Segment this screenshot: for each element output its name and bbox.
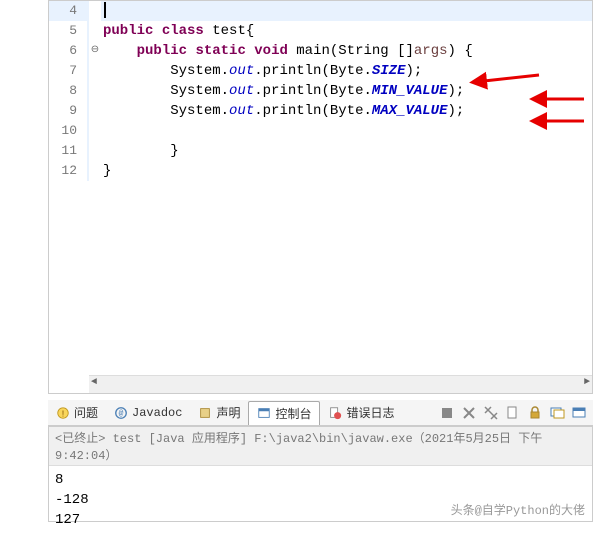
tab-label: Javadoc bbox=[132, 406, 182, 420]
scroll-lock-icon[interactable] bbox=[527, 405, 543, 421]
tab-label: 控制台 bbox=[275, 405, 311, 422]
code-line-8[interactable]: System.out.println(Byte.MIN_VALUE); bbox=[101, 81, 592, 101]
code-line-11[interactable]: } bbox=[101, 141, 592, 161]
line-number: 11 bbox=[49, 141, 89, 161]
tab-javadoc[interactable]: @ Javadoc bbox=[106, 403, 190, 423]
fold-gutter[interactable] bbox=[89, 141, 101, 161]
pin-console-icon[interactable] bbox=[549, 405, 565, 421]
code-line-5[interactable]: public class test{ bbox=[101, 21, 592, 41]
bottom-tabs-bar: ! 问题 @ Javadoc 声明 控制台 错误日志 bbox=[48, 400, 593, 426]
horizontal-scrollbar[interactable] bbox=[89, 375, 592, 393]
console-header: <已终止> test [Java 应用程序] F:\java2\bin\java… bbox=[49, 427, 592, 466]
line-number: 5 bbox=[49, 21, 89, 41]
tab-label: 声明 bbox=[216, 404, 240, 421]
terminate-icon[interactable] bbox=[439, 405, 455, 421]
code-line-7[interactable]: System.out.println(Byte.SIZE); bbox=[101, 61, 592, 81]
text-cursor bbox=[104, 2, 106, 18]
svg-text:!: ! bbox=[60, 409, 65, 419]
line-number: 8 bbox=[49, 81, 89, 101]
fold-gutter[interactable] bbox=[89, 61, 101, 81]
output-line: 8 bbox=[55, 470, 586, 490]
svg-text:@: @ bbox=[119, 409, 124, 418]
line-number: 12 bbox=[49, 161, 89, 181]
declaration-icon bbox=[198, 406, 212, 420]
code-editor[interactable]: 4 5 public class test{ 6 ⊖ public static… bbox=[48, 0, 593, 394]
code-line-9[interactable]: System.out.println(Byte.MAX_VALUE); bbox=[101, 101, 592, 121]
tab-errorlog[interactable]: 错误日志 bbox=[320, 401, 402, 424]
javadoc-icon: @ bbox=[114, 406, 128, 420]
fold-gutter[interactable] bbox=[89, 21, 101, 41]
line-number: 10 bbox=[49, 121, 89, 141]
tab-problems[interactable]: ! 问题 bbox=[48, 401, 106, 424]
fold-gutter[interactable] bbox=[89, 1, 101, 21]
code-line-10[interactable] bbox=[101, 121, 592, 141]
remove-launch-icon[interactable] bbox=[461, 405, 477, 421]
code-line-12[interactable]: } bbox=[101, 161, 592, 181]
watermark-text: 头条@自学Python的大佬 bbox=[451, 501, 585, 518]
fold-gutter[interactable] bbox=[89, 121, 101, 141]
code-line-4[interactable] bbox=[101, 1, 592, 21]
line-number: 6 bbox=[49, 41, 89, 61]
fold-gutter[interactable] bbox=[89, 161, 101, 181]
code-content[interactable]: 4 5 public class test{ 6 ⊖ public static… bbox=[49, 1, 592, 375]
tab-declaration[interactable]: 声明 bbox=[190, 401, 248, 424]
display-selected-icon[interactable] bbox=[571, 405, 587, 421]
line-number: 7 bbox=[49, 61, 89, 81]
tab-console[interactable]: 控制台 bbox=[248, 401, 320, 425]
fold-toggle-icon[interactable]: ⊖ bbox=[89, 41, 101, 61]
remove-all-icon[interactable] bbox=[483, 405, 499, 421]
console-icon bbox=[257, 406, 271, 420]
tab-label: 错误日志 bbox=[346, 404, 394, 421]
console-toolbar bbox=[439, 405, 593, 421]
errorlog-icon bbox=[328, 406, 342, 420]
code-line-6[interactable]: public static void main(String []args) { bbox=[101, 41, 592, 61]
line-number: 4 bbox=[49, 1, 89, 21]
fold-gutter[interactable] bbox=[89, 101, 101, 121]
fold-gutter[interactable] bbox=[89, 81, 101, 101]
clear-console-icon[interactable] bbox=[505, 405, 521, 421]
tab-label: 问题 bbox=[74, 404, 98, 421]
problems-icon: ! bbox=[56, 406, 70, 420]
line-number: 9 bbox=[49, 101, 89, 121]
